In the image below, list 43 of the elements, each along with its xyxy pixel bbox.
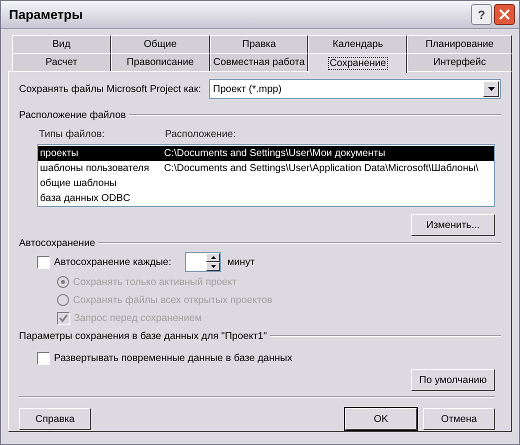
- tab[interactable]: Правка: [210, 35, 308, 53]
- dialog-button[interactable]: OK: [345, 408, 417, 430]
- checkbox-label: Развертывать повременные данные в базе данных: [54, 352, 292, 366]
- help-button[interactable]: ?: [471, 4, 492, 25]
- checkbox-label: Автосохранение каждые:: [54, 256, 172, 270]
- tab[interactable]: Сохранение: [308, 53, 408, 73]
- tab[interactable]: Календарь: [308, 35, 408, 53]
- option-label: Сохранять только активный проект: [73, 276, 237, 290]
- spin-down-icon[interactable]: [210, 265, 216, 268]
- option-label: Запрос перед сохранением: [74, 312, 202, 326]
- checkbox[interactable]: [37, 256, 50, 268]
- save-format-dropdown[interactable]: Проект (*.mpp): [209, 79, 501, 99]
- file-location-list[interactable]: проекты C:\Documents and Settings\User\Мои документы шаблоны пользователя C:\Documents and Settings\User\Application Data\Microsoft\Шаблоны\ общие шаблоны база данных ODBC: [37, 144, 495, 207]
- tab[interactable]: Общие: [110, 35, 210, 53]
- minutes-spinner[interactable]: [185, 252, 222, 272]
- tab[interactable]: Вид: [12, 35, 111, 53]
- option-label: Сохранять файлы всех открытых проектов: [73, 294, 272, 308]
- group-title: Автосохранение: [19, 236, 96, 250]
- window-title: Параметры: [9, 6, 84, 24]
- close-button[interactable]: [494, 4, 515, 25]
- dialog-button[interactable]: Отмена: [423, 408, 495, 430]
- list-row[interactable]: база данных ODBC: [38, 191, 494, 206]
- group-title: Параметры сохранения в базе данных для "Проект1": [19, 330, 267, 344]
- list-row[interactable]: общие шаблоны: [38, 176, 494, 191]
- group-title: Расположение файлов: [19, 108, 126, 122]
- save-format-label: Сохранять файлы Microsoft Project как:: [19, 82, 202, 96]
- column-header: Расположение:: [165, 128, 236, 142]
- dropdown-arrow-icon: [488, 87, 494, 91]
- dialog-button[interactable]: Справка: [19, 408, 91, 430]
- list-row[interactable]: шаблоны пользователя C:\Documents and Settings\User\Application Data\Microsoft\Шаблоны\: [38, 161, 494, 176]
- tab[interactable]: Правописание: [110, 53, 210, 71]
- spin-up-icon[interactable]: [210, 256, 216, 259]
- checkbox[interactable]: [37, 352, 50, 364]
- tab[interactable]: Планирование: [407, 35, 512, 53]
- tab[interactable]: Совместная работа: [210, 53, 308, 71]
- tab[interactable]: Расчет: [12, 53, 111, 71]
- column-header: Типы файлов:: [39, 128, 106, 142]
- default-settings-button[interactable]: По умолчанию: [411, 369, 495, 391]
- tab[interactable]: Интерфейс: [407, 53, 512, 71]
- unit-label: минут: [227, 256, 255, 270]
- close-icon: [499, 9, 510, 20]
- modify-button[interactable]: Изменить...: [411, 214, 495, 236]
- list-row[interactable]: проекты C:\Documents and Settings\User\Мои документы: [38, 146, 494, 161]
